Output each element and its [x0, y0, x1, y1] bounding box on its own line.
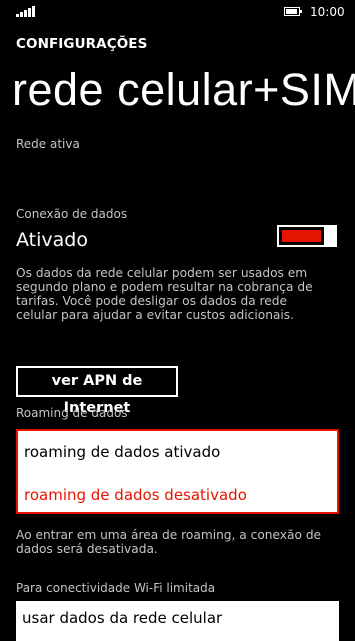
roaming-note: Ao entrar em uma área de roaming, a cone…: [16, 528, 322, 556]
wifi-limited-select[interactable]: usar dados da rede celular: [16, 601, 339, 641]
roaming-option-enabled[interactable]: roaming de dados ativado: [24, 443, 220, 461]
page-title: rede celular+SIM: [12, 64, 355, 115]
data-connection-state: Ativado: [16, 229, 88, 251]
status-time: 10:00: [310, 5, 345, 19]
toggle-thumb: [324, 225, 335, 247]
app-title: CONFIGURAÇÕES: [16, 36, 148, 52]
roaming-label: Roaming de dados: [16, 406, 128, 420]
toggle-track: [282, 230, 321, 242]
battery-icon: [284, 7, 302, 16]
wifi-limited-label: Para conectividade Wi-Fi limitada: [16, 581, 216, 595]
data-connection-label: Conexão de dados: [16, 207, 128, 221]
view-apn-button[interactable]: ver APN de Internet: [16, 366, 178, 416]
status-bar: 10:00: [0, 0, 355, 24]
roaming-option-disabled[interactable]: roaming de dados desativado: [24, 486, 247, 504]
signal-strength-icon: [16, 6, 38, 17]
wifi-limited-value: usar dados da rede celular: [22, 609, 223, 627]
active-network-label: Rede ativa: [16, 137, 80, 151]
data-connection-toggle[interactable]: [277, 225, 337, 247]
roaming-options-list[interactable]: roaming de dados ativado roaming de dado…: [16, 429, 339, 514]
data-connection-description: Os dados da rede celular podem ser usado…: [16, 266, 313, 322]
